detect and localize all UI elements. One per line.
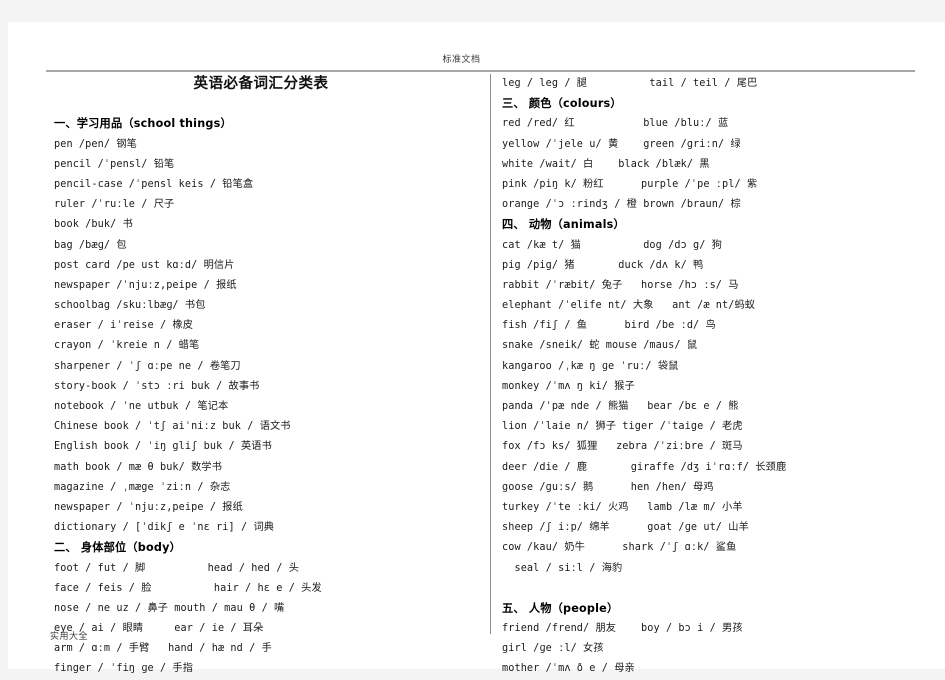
vocabulary-entry: fish /fiʃ / 鱼 bird /be ːd/ 鸟	[502, 320, 716, 332]
vocabulary-entry: pig /pig/ 猪 duck /dʌ k/ 鸭	[502, 259, 704, 271]
vocabulary-entry: finger / ˈfiŋ ɡe / 手指	[54, 663, 194, 675]
vocabulary-entry: sharpener / ˈʃ ɑːpe ne / 卷笔刀	[54, 360, 241, 372]
vocabulary-entry: nose / ne uz / 鼻子 mouth / mau θ / 嘴	[54, 602, 285, 614]
vocabulary-entry: newspaper /ˈnjuːz,peipe / 报纸	[54, 279, 237, 291]
vocabulary-entry: leg / leg / 腿 tail / teil / 尾巴	[502, 78, 758, 89]
left-column: 一、学习用品（school things） pen /pen/ 钢笔 pencil …	[54, 74, 484, 680]
vocabulary-entry: deer /die / 鹿 giraffe /dʒ iˈrɑːf/ 长颈鹿	[502, 461, 787, 473]
vocabulary-entry: rabbit /ˈræbit/ 兔子 horse /hɔ ːs/ 马	[502, 279, 739, 291]
vocabulary-entry: story-book / ˈstɔ ːri buk / 故事书	[54, 380, 260, 392]
vocabulary-entry: seal / siːl / 海豹	[502, 562, 623, 574]
vocabulary-entry: ruler /ˈruːle / 尺子	[54, 199, 175, 211]
vocabulary-entry: eraser / iˈreise / 橡皮	[54, 320, 194, 332]
vocabulary-entry: goose /guːs/ 鹅 hen /hen/ 母鸡	[502, 481, 714, 493]
vocabulary-entry: dictionary / [ˈdikʃ e ˈnɛ ri] / 词典	[54, 522, 275, 534]
vocabulary-entry: pencil /ˈpensl/ 铅笔	[54, 158, 175, 170]
vocabulary-entry: red /red/ 红 blue /bluː/ 蓝	[502, 118, 729, 130]
vocabulary-entry: elephant /ˈelife nt/ 大象 ant /æ nt/蚂蚁	[502, 300, 756, 312]
vocabulary-entry: foot / fut / 脚 head / hed / 头	[54, 562, 299, 574]
header-watermark: 标准文档	[442, 55, 481, 65]
vocabulary-entry: monkey /ˈmʌ ŋ ki/ 猴子	[502, 380, 635, 392]
vocabulary-entry: mother /ˈmʌ ð e / 母亲	[502, 663, 635, 675]
vocabulary-entry: newspaper / ˈnjuːz,peipe / 报纸	[54, 501, 243, 513]
vocabulary-entry: cat /kæ t/ 猫 dog /dɔ g/ 狗	[502, 239, 723, 251]
vocabulary-entry: Chinese book / ˈtʃ aiˈniːz buk / 语文书	[54, 421, 291, 433]
vocabulary-entry: face / feis / 脸 hair / hɛ e / 头发	[54, 582, 322, 594]
vocabulary-entry: bag /bæɡ/ 包	[54, 239, 127, 251]
vocabulary-entry: pencil-case /ˈpensl keis / 铅笔盒	[54, 178, 254, 190]
section-heading: 二、 身体部位（body）	[54, 541, 181, 555]
column-divider	[490, 74, 491, 634]
vocabulary-entry: snake /sneik/ 蛇 mouse /maus/ 鼠	[502, 340, 698, 352]
right-column: leg / leg / 腿 tail / teil / 尾巴 三、 颜色（colo…	[502, 74, 932, 680]
vocabulary-entry: schoolbag /skuːlbæɡ/ 书包	[54, 300, 206, 312]
vocabulary-entry: book /buk/ 书	[54, 219, 133, 231]
vocabulary-entry: kangaroo /ˌkæ ŋ ɡe ˈruː/ 袋鼠	[502, 360, 679, 372]
section-heading: 五、 人物（people）	[502, 601, 619, 615]
vocabulary-entry: math book / mæ θ buk/ 数学书	[54, 461, 222, 473]
vocabulary-entry: eye / ai / 眼睛 ear / ie / 耳朵	[54, 623, 264, 635]
section-heading: 三、 颜色（colours）	[502, 97, 622, 111]
vocabulary-entry: yellow /ˈjele u/ 黄 green /griːn/ 绿	[502, 138, 741, 150]
vocabulary-entry: arm / ɑːm / 手臂 hand / hæ nd / 手	[54, 643, 272, 655]
vocabulary-entry: orange /ˈɔ ːrindʒ / 橙 brown /braun/ 棕	[502, 199, 741, 211]
vocabulary-entry: cow /kau/ 奶牛 shark /ˈʃ ɑːk/ 鲨鱼	[502, 542, 737, 554]
vocabulary-entry: crayon / ˈkreie n / 蜡笔	[54, 340, 200, 352]
vocabulary-entry: pink /piŋ k/ 粉红 purple /ˈpe ːpl/ 紫	[502, 178, 758, 190]
footer-watermark: 实用大全	[50, 632, 89, 642]
section-heading: 一、学习用品（school things）	[54, 117, 232, 131]
vocabulary-entry: panda /ˈpæ nde / 熊猫 bear /bɛ e / 熊	[502, 401, 739, 412]
vocabulary-entry: white /wait/ 白 black /blæk/ 黑	[502, 158, 710, 170]
vocabulary-entry: lion /ˈlaie n/ 狮子 tiger /ˈtaige / 老虎	[502, 421, 743, 433]
section-heading: 四、 动物（animals）	[502, 218, 625, 232]
vocabulary-entry: fox /fɔ ks/ 狐狸 zebra /ˈziːbre / 斑马	[502, 441, 743, 453]
vocabulary-entry: pen /pen/ 钢笔	[54, 138, 137, 150]
vocabulary-entry: English book / ˈiŋ gliʃ buk / 英语书	[54, 441, 272, 453]
vocabulary-entry: sheep /ʃ iːp/ 绵羊 goat /ɡe ut/ 山羊	[502, 522, 749, 534]
vocabulary-entry: notebook / ˈne utbuk / 笔记本	[54, 401, 229, 412]
vocabulary-entry: turkey /ˈte ːki/ 火鸡 lamb /læ m/ 小羊	[502, 501, 743, 513]
vocabulary-entry: friend /frend/ 朋友 boy / bɔ i / 男孩	[502, 623, 743, 635]
vocabulary-entry: girl /ɡe ːl/ 女孩	[502, 643, 604, 655]
document-page: 标准文档 英语必备词汇分类表 一、学习用品（school things） pen …	[8, 22, 945, 674]
vocabulary-entry: post card /pe ust kɑːd/ 明信片	[54, 259, 235, 271]
vocabulary-entry: magazine / ˌmæge ˈziːn / 杂志	[54, 481, 231, 493]
